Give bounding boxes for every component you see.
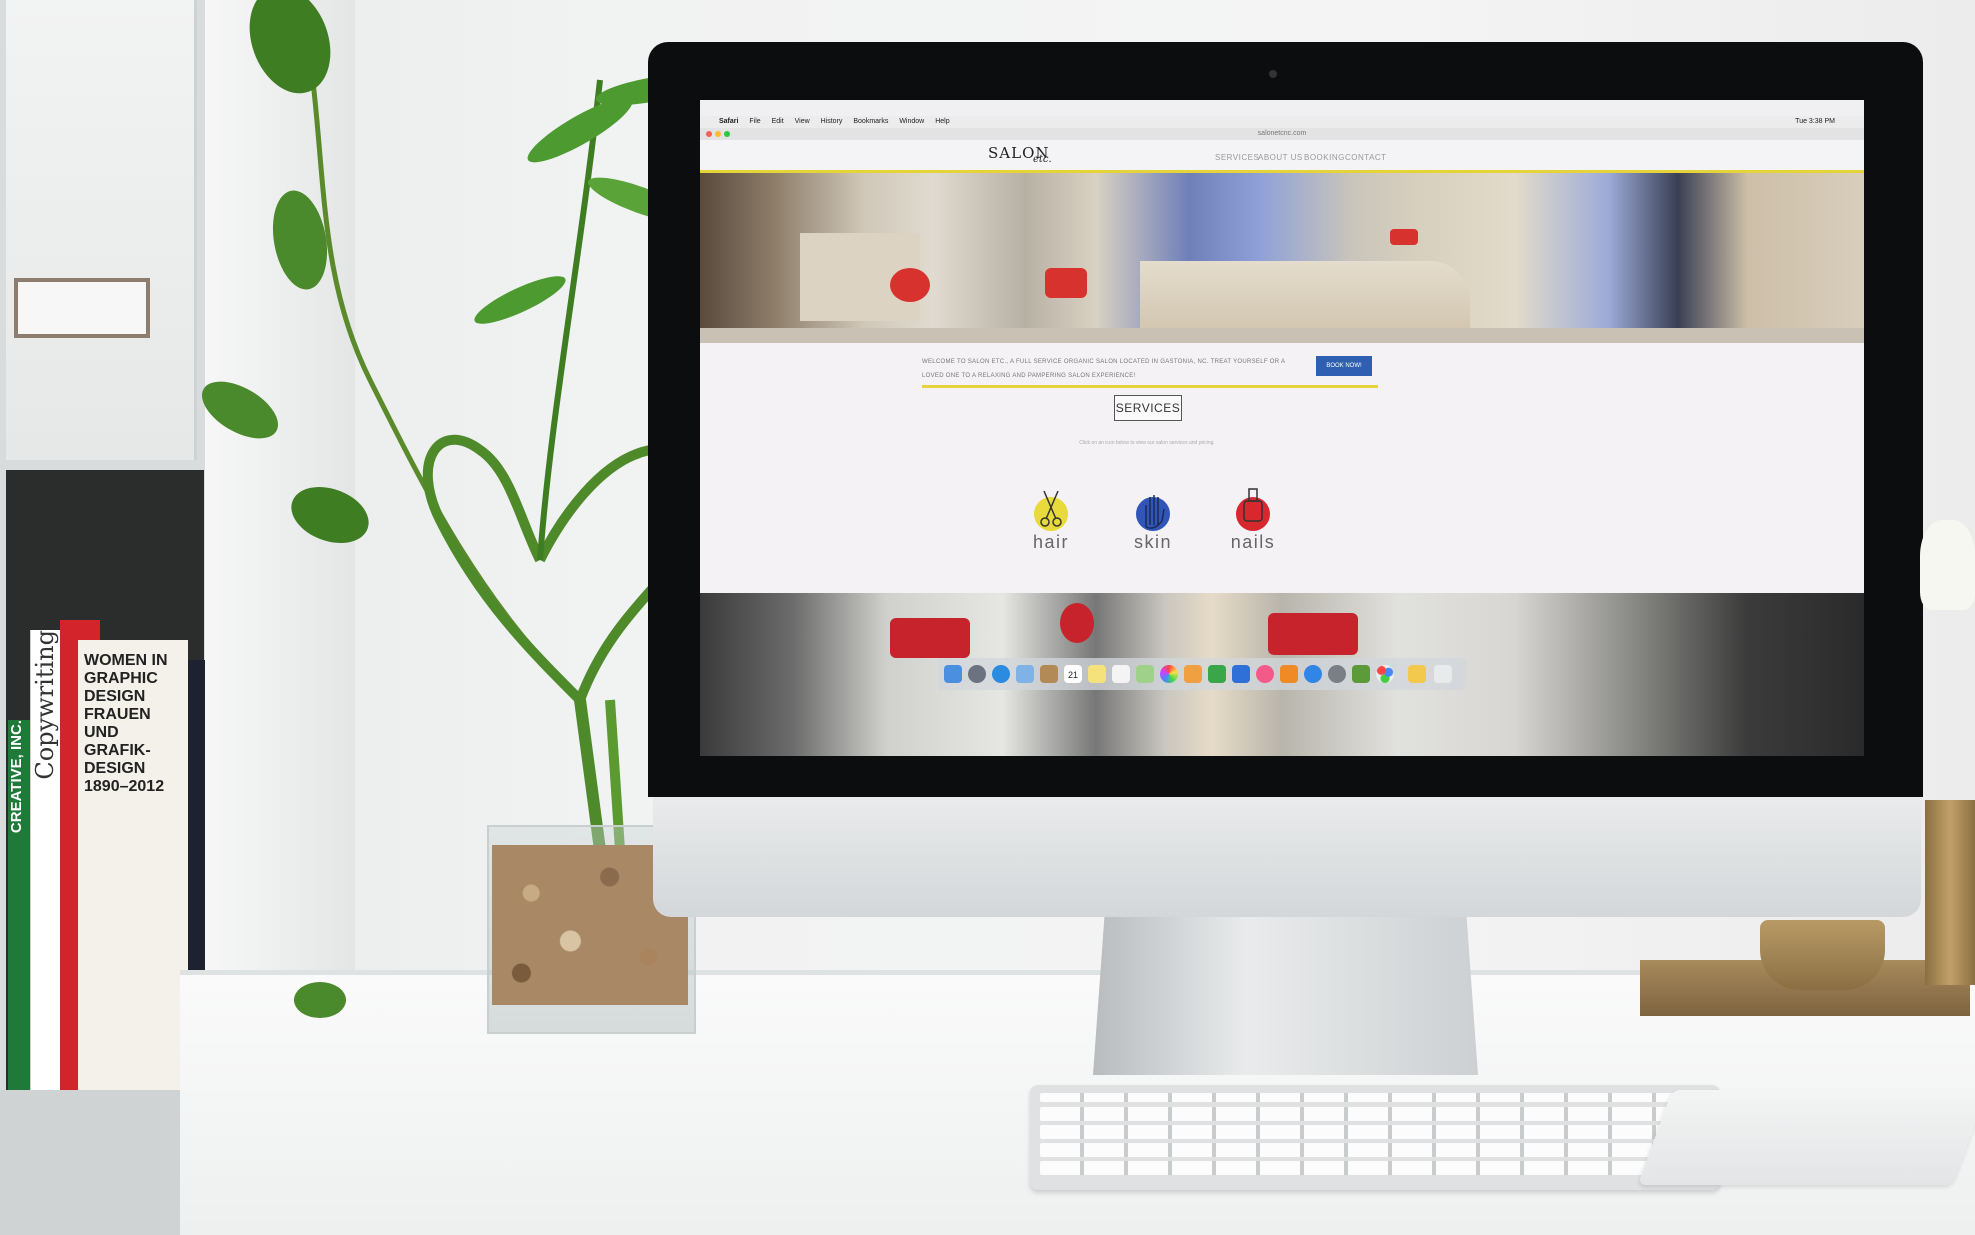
strip-red-chair xyxy=(1268,613,1358,655)
browser-toolbar: salonetcnc.com xyxy=(700,128,1864,140)
menu-safari[interactable]: Safari xyxy=(719,116,738,128)
skin-service-label[interactable]: skin xyxy=(1108,532,1198,553)
nails-service-button[interactable] xyxy=(1236,488,1270,531)
keyboard[interactable] xyxy=(1030,1085,1720,1190)
menu-window[interactable]: Window xyxy=(899,116,924,128)
minecraft-icon[interactable] xyxy=(1352,665,1370,683)
minimize-window-button[interactable] xyxy=(715,131,721,137)
screen: Safari File Edit View History Bookmarks … xyxy=(700,100,1864,756)
welcome-text: WELCOME TO SALON ETC., A FULL SERVICE OR… xyxy=(922,359,1285,379)
camera-icon xyxy=(1269,70,1277,78)
keyboard-row[interactable] xyxy=(1040,1143,1710,1157)
hero-red-chair xyxy=(1390,229,1418,245)
menu-file[interactable]: File xyxy=(749,116,760,128)
hero-red-chair xyxy=(890,268,930,302)
brass-pencil-cup xyxy=(1925,800,1975,985)
ibooks-icon[interactable] xyxy=(1280,665,1298,683)
white-tulip xyxy=(1920,520,1975,610)
label-holder xyxy=(14,278,150,338)
nav-booking[interactable]: BOOKING xyxy=(1304,153,1345,162)
site-logo-suffix[interactable]: etc. xyxy=(1033,154,1052,165)
nav-services[interactable]: SERVICES xyxy=(1215,153,1259,162)
storage-box xyxy=(6,0,197,460)
mail-icon[interactable] xyxy=(1016,665,1034,683)
keyboard-row[interactable] xyxy=(1040,1125,1710,1139)
finder-icon[interactable] xyxy=(944,665,962,683)
numbers-icon[interactable] xyxy=(1208,665,1226,683)
book-women-in-graphic-design: WOMEN IN GRAPHIC DESIGN FRAUEN UND GRAFI… xyxy=(78,640,188,1090)
brass-bowl xyxy=(1760,920,1885,990)
book-copywriting: Copywriting xyxy=(30,630,61,1090)
game-center-icon[interactable] xyxy=(1376,665,1394,683)
strip-red-chair xyxy=(890,618,970,658)
maps-icon[interactable] xyxy=(1136,665,1154,683)
services-section: WELCOME TO SALON ETC., A FULL SERVICE OR… xyxy=(700,343,1864,593)
safari-icon[interactable] xyxy=(992,665,1010,683)
menu-history[interactable]: History xyxy=(821,116,843,128)
hero-salon-photo xyxy=(700,173,1864,343)
system-preferences-icon[interactable] xyxy=(1328,665,1346,683)
photos-icon[interactable] xyxy=(1160,665,1178,683)
nav-about-us[interactable]: ABOUT US xyxy=(1258,153,1303,162)
site-header: SALON etc. SERVICES ABOUT US BOOKING CON… xyxy=(700,140,1864,170)
hero-red-chair xyxy=(1045,268,1087,298)
folder-icon[interactable] xyxy=(1408,665,1426,683)
hero-floor xyxy=(700,328,1864,343)
nails-service-label[interactable]: nails xyxy=(1208,532,1298,553)
calendar-icon[interactable]: 21 xyxy=(1064,665,1082,683)
services-heading: SERVICES xyxy=(1114,395,1182,421)
book-now-button[interactable]: BOOK NOW! xyxy=(1316,356,1372,376)
hair-service-button[interactable] xyxy=(1034,490,1068,531)
skin-service-button[interactable] xyxy=(1136,495,1170,531)
pages-icon[interactable] xyxy=(1184,665,1202,683)
app-store-icon[interactable] xyxy=(1304,665,1322,683)
notes-icon[interactable] xyxy=(1088,665,1106,683)
contacts-icon[interactable] xyxy=(1040,665,1058,683)
apple-logo-icon xyxy=(1248,820,1300,882)
menu-edit[interactable]: Edit xyxy=(772,116,784,128)
hair-service-label[interactable]: hair xyxy=(1006,532,1096,553)
keyboard-row[interactable] xyxy=(1040,1093,1710,1102)
content-divider xyxy=(922,385,1378,388)
menu-help[interactable]: Help xyxy=(935,116,949,128)
trackpad[interactable] xyxy=(1637,1090,1975,1185)
scissors-icon xyxy=(1040,490,1062,527)
address-bar[interactable]: salonetcnc.com xyxy=(1258,130,1307,137)
nail-polish-icon xyxy=(1243,488,1263,522)
reminders-icon[interactable] xyxy=(1112,665,1130,683)
menu-bookmarks[interactable]: Bookmarks xyxy=(853,116,888,128)
strip-red-chair xyxy=(1060,603,1094,643)
hand-icon xyxy=(1145,495,1165,529)
menu-view[interactable]: View xyxy=(795,116,810,128)
keyboard-row[interactable] xyxy=(1040,1107,1710,1121)
keynote-icon[interactable] xyxy=(1232,665,1250,683)
book-creative-inc: CREATIVE, INC. xyxy=(8,720,32,1090)
hero-reception-desk xyxy=(1140,261,1470,331)
imac-stand xyxy=(1093,915,1478,1075)
itunes-icon[interactable] xyxy=(1256,665,1274,683)
zoom-window-button[interactable] xyxy=(724,131,730,137)
close-window-button[interactable] xyxy=(706,131,712,137)
keyboard-row[interactable] xyxy=(1040,1161,1710,1175)
dock: 21 xyxy=(938,658,1466,690)
services-hint: Click on an icon below to view our salon… xyxy=(1079,440,1215,446)
launchpad-icon[interactable] xyxy=(968,665,986,683)
menu-clock[interactable]: Tue 3:38 PM xyxy=(1795,116,1835,128)
nav-contact[interactable]: CONTACT xyxy=(1345,153,1387,162)
trash-icon[interactable] xyxy=(1434,665,1452,683)
